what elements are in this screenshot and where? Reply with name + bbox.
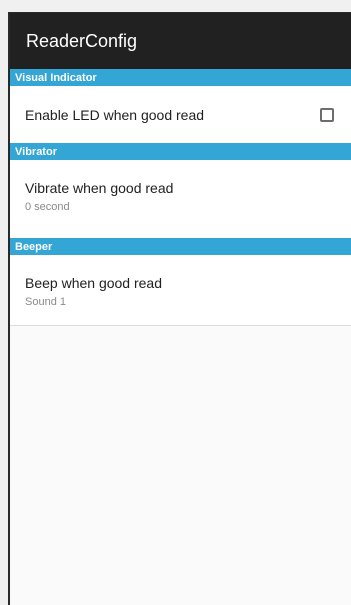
phone-screen: ReaderConfig Visual Indicator Enable LED…	[8, 12, 351, 605]
setting-title: Enable LED when good read	[25, 106, 205, 123]
section-header-label: Vibrator	[15, 145, 57, 158]
section-header-visual-indicator: Visual Indicator	[10, 69, 351, 86]
section-header-vibrator: Vibrator	[10, 143, 351, 160]
section-header-label: Visual Indicator	[15, 71, 97, 84]
setting-beep[interactable]: Beep when good read Sound 1	[10, 255, 351, 326]
section-header-beeper: Beeper	[10, 238, 351, 255]
app-title: ReaderConfig	[26, 30, 138, 51]
setting-title: Vibrate when good read	[25, 180, 174, 196]
app-bar: ReaderConfig	[10, 13, 351, 69]
setting-enable-led[interactable]: Enable LED when good read	[10, 86, 351, 143]
setting-vibrate[interactable]: Vibrate when good read 0 second	[10, 160, 351, 238]
setting-summary: 0 second	[25, 201, 70, 213]
section-header-label: Beeper	[15, 240, 53, 253]
setting-title: Beep when good read	[25, 275, 162, 291]
enable-led-checkbox[interactable]	[320, 107, 334, 122]
setting-summary: Sound 1	[25, 296, 66, 308]
